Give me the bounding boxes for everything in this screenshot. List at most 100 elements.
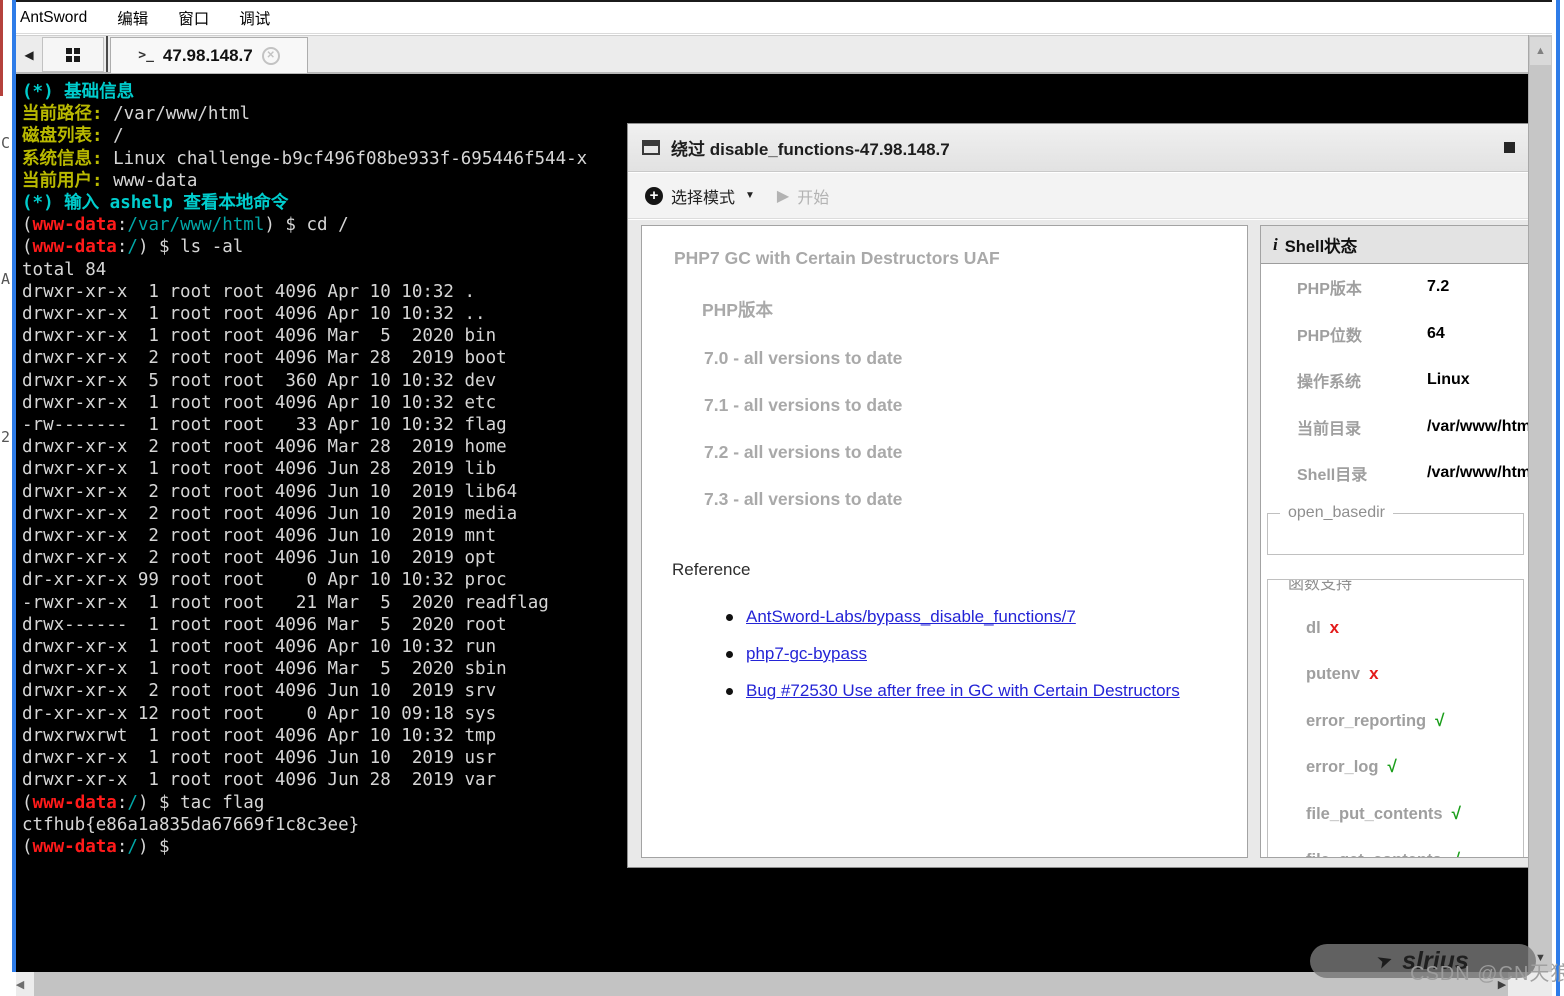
reference-item: AntSword-Labs/bypass_disable_functions/7 [726, 607, 1247, 627]
php-version-option[interactable]: 7.1 - all versions to date [704, 395, 1247, 416]
status-label: 当前目录 [1297, 415, 1427, 439]
dialog-corner-button[interactable] [1504, 142, 1515, 153]
horizontal-scrollbar-thumb[interactable] [34, 972, 1508, 996]
start-button[interactable]: ▶ 开始 [777, 184, 829, 208]
left-strip: C A 2 [0, 0, 16, 996]
info-icon: i [1273, 235, 1278, 255]
status-row: PHP位数64 [1261, 311, 1532, 358]
reference-label: Reference [672, 560, 1247, 580]
arrow-up-icon: ▲ [1535, 45, 1546, 57]
start-label: 开始 [797, 184, 829, 208]
terminal-prompt-icon: >_ [138, 48, 154, 63]
reference-link[interactable]: AntSword-Labs/bypass_disable_functions/7 [746, 607, 1076, 627]
reference-link[interactable]: php7-gc-bypass [746, 644, 867, 664]
function-support-item: putenvx [1306, 664, 1523, 684]
function-support-item: file_put_contents √ [1306, 804, 1523, 824]
php-version-option[interactable]: 7.0 - all versions to date [704, 348, 1247, 369]
bullet-icon [726, 614, 733, 621]
select-mode-label: 选择模式 [671, 184, 735, 208]
php-version-option[interactable]: 7.2 - all versions to date [704, 442, 1247, 463]
menu-item[interactable]: 编辑 [117, 7, 148, 29]
vertical-scrollbar[interactable]: ▲ ▼ [1528, 35, 1552, 972]
dialog-toolbar: + 选择模式 ▼ ▶ 开始 [628, 173, 1529, 219]
terminal-tab[interactable]: >_ 47.98.148.7 ✕ [110, 37, 308, 73]
right-strip [1552, 0, 1564, 996]
function-name: error_log [1306, 758, 1378, 776]
open-basedir-label: open_basedir [1280, 504, 1393, 522]
check-icon: √ [1387, 757, 1396, 776]
reference-link[interactable]: Bug #72530 Use after free in GC with Cer… [746, 681, 1180, 701]
reference-item: php7-gc-bypass [726, 644, 1247, 664]
status-value: 64 [1427, 325, 1445, 343]
chevron-down-icon: ▼ [745, 190, 755, 201]
exploit-detail-panel: PHP7 GC with Certain Destructors UAF PHP… [641, 225, 1248, 858]
check-icon: √ [1451, 850, 1460, 858]
grid-icon [66, 48, 80, 62]
window-top-edge [14, 0, 1552, 2]
terminal-line: (*) 基础信息 [22, 81, 1528, 103]
status-label: PHP位数 [1297, 322, 1427, 346]
php-version-option[interactable]: 7.3 - all versions to date [704, 489, 1247, 510]
slrius-logo-icon: ➤ [1374, 948, 1396, 975]
bypass-disable-functions-dialog: 绕过 disable_functions-47.98.148.7 + 选择模式 … [627, 123, 1530, 868]
status-value: 7.2 [1427, 278, 1449, 296]
play-icon: ▶ [777, 186, 789, 206]
status-value: Linux [1427, 371, 1470, 389]
function-name: error_reporting [1306, 712, 1426, 730]
status-label: 操作系统 [1297, 368, 1427, 392]
function-name: putenv [1306, 665, 1360, 683]
background-window-letter: C [1, 134, 10, 152]
background-window-letter: A [1, 270, 10, 288]
status-label: Shell目录 [1297, 461, 1427, 485]
php-version-list: 7.0 - all versions to date 7.1 - all vers… [642, 348, 1247, 510]
cross-icon: x [1330, 618, 1339, 637]
tab-scroll-left-button[interactable]: ◀ [18, 40, 40, 70]
window-icon [642, 140, 660, 155]
background-window-red-edge [0, 0, 3, 96]
watermark-text: CSDN @CN天狼 [1410, 957, 1564, 986]
menu-items: 编辑 窗口 调试 [117, 7, 300, 29]
arrow-left-icon: ◀ [24, 48, 33, 62]
shell-status-header: i Shell状态 [1261, 226, 1532, 264]
scroll-up-button[interactable]: ▲ [1530, 37, 1551, 65]
background-window-letter: 2 [1, 428, 10, 446]
reference-list: AntSword-Labs/bypass_disable_functions/7… [726, 607, 1247, 701]
window-border-right [1556, 0, 1560, 996]
bullet-icon [726, 651, 733, 658]
check-icon: √ [1452, 804, 1461, 823]
menu-app-name[interactable]: AntSword [20, 9, 87, 27]
reference-item: Bug #72530 Use after free in GC with Cer… [726, 681, 1247, 701]
shell-status-rows: PHP版本7.2PHP位数64操作系统Linux当前目录/var/www/htm… [1261, 264, 1532, 497]
tab-close-icon[interactable]: ✕ [262, 47, 280, 65]
select-mode-button[interactable]: + 选择模式 ▼ [645, 184, 755, 208]
check-icon: √ [1435, 711, 1444, 730]
dialog-title-bar[interactable]: 绕过 disable_functions-47.98.148.7 [628, 124, 1529, 172]
tab-separator [106, 36, 108, 72]
window-border-left [12, 0, 16, 972]
function-support-fieldset: 函数支持 dlxputenvxerror_reporting√error_log… [1267, 579, 1524, 859]
open-basedir-fieldset: open_basedir [1267, 513, 1524, 555]
function-name: file_put_contents [1306, 805, 1443, 823]
function-support-item: error_log √ [1306, 757, 1523, 777]
status-row: PHP版本7.2 [1261, 264, 1532, 311]
tab-strip: ◀ >_ 47.98.148.7 ✕ [16, 35, 1528, 74]
function-name: dl [1306, 619, 1321, 637]
dialog-title: 绕过 disable_functions-47.98.148.7 [671, 135, 950, 160]
menu-bar: AntSword 编辑 窗口 调试 [16, 2, 1552, 34]
plus-circle-icon: + [645, 187, 663, 205]
menu-item[interactable]: 窗口 [178, 7, 209, 29]
status-row: Shell目录/var/www/html [1261, 450, 1532, 497]
shell-status-title: Shell状态 [1285, 233, 1357, 257]
menu-item[interactable]: 调试 [239, 7, 270, 29]
antsword-app-window: AntSword 编辑 窗口 调试 ◀ >_ 47.98.148.7 ✕ (*) 基… [0, 0, 1564, 996]
status-value: /var/www/html [1427, 464, 1533, 482]
function-support-label: 函数支持 [1280, 579, 1360, 594]
status-label: PHP版本 [1297, 275, 1427, 299]
bullet-icon [726, 688, 733, 695]
tab-overview-button[interactable] [42, 37, 104, 72]
status-value: /var/www/html [1427, 418, 1533, 436]
tab-label: 47.98.148.7 [163, 46, 253, 66]
function-support-item: error_reporting √ [1306, 711, 1523, 731]
dialog-body: PHP7 GC with Certain Destructors UAF PHP… [628, 220, 1529, 867]
function-name: file_get_contents [1306, 851, 1442, 858]
